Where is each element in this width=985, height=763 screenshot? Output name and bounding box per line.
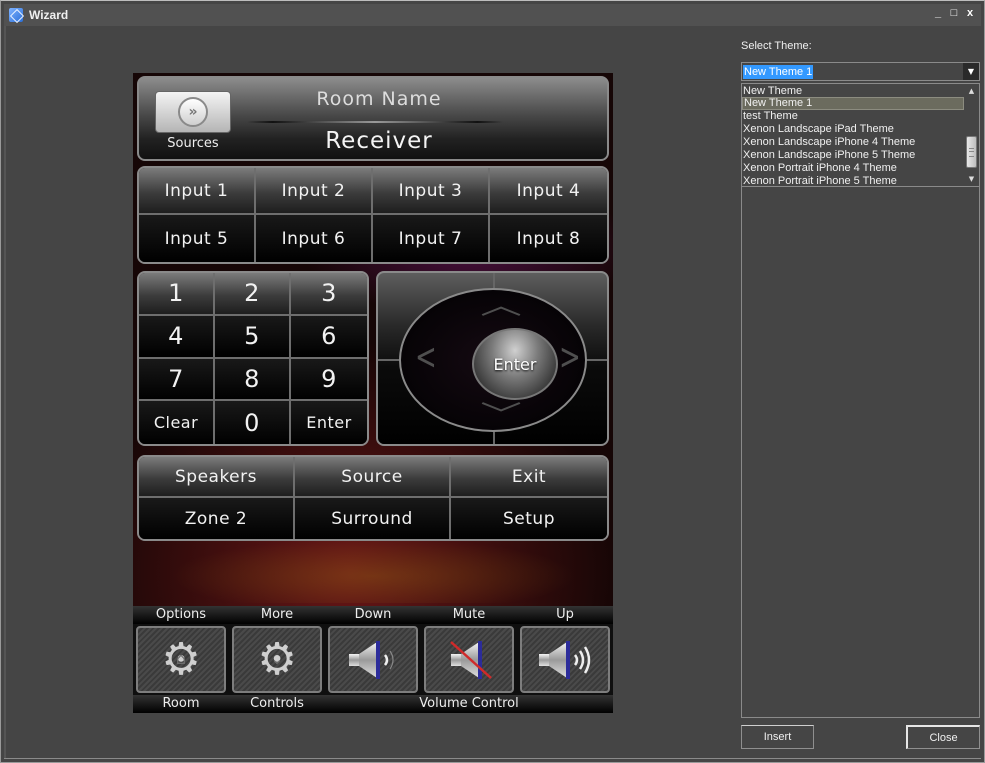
gear-chevron-icon: ⚙ ⌄	[257, 633, 297, 685]
close-window-button[interactable]: x	[965, 7, 975, 19]
theme-option[interactable]: Xenon Landscape iPhone 4 Theme	[742, 136, 964, 149]
source-button[interactable]: Source	[295, 457, 451, 498]
mute-icon	[450, 640, 492, 679]
volume-down-button[interactable]	[328, 626, 418, 693]
inputs-panel: Input 1 Input 2 Input 3 Input 4 Input 5 …	[137, 166, 609, 264]
window-edge	[4, 26, 6, 759]
function-panel: Speakers Source Exit Zone 2 Surround Set…	[137, 455, 609, 541]
close-button[interactable]: Close	[906, 725, 980, 749]
theme-combobox-value[interactable]: New Theme 1	[743, 65, 814, 79]
room-name: Room Name	[316, 88, 442, 110]
more-controls-button[interactable]: ⚙ ⌄	[232, 626, 322, 693]
surround-button[interactable]: Surround	[295, 498, 451, 539]
bottom-bar-captions: Room Controls Volume Control	[133, 695, 613, 713]
volume-down-icon	[349, 640, 394, 679]
gear-home-icon: ⚙ ⌂	[161, 633, 201, 685]
theme-option[interactable]: test Theme	[742, 110, 964, 123]
key-enter[interactable]: Enter	[291, 401, 367, 444]
theme-option[interactable]: Xenon Landscape iPad Theme	[742, 123, 964, 136]
key-5[interactable]: 5	[215, 315, 291, 359]
theme-dropdown-list: New Theme New Theme 1 test Theme Xenon L…	[741, 83, 980, 187]
key-1[interactable]: 1	[139, 273, 215, 316]
list-scrollbar[interactable]: ▲ ▼	[964, 84, 979, 186]
exit-button[interactable]: Exit	[451, 457, 607, 498]
bottom-icon-row: ⚙ ⌂ ⚙ ⌄	[133, 624, 613, 695]
scrollbar-thumb[interactable]	[966, 136, 977, 168]
sources-button[interactable]: »	[155, 91, 231, 133]
key-3[interactable]: 3	[291, 273, 367, 316]
key-0[interactable]: 0	[215, 401, 291, 444]
dpad-enter-button[interactable]: Enter	[472, 328, 558, 400]
more-label: More	[260, 607, 294, 622]
minimize-button[interactable]: _	[933, 7, 943, 19]
title-bar: Wizard _ □ x	[4, 4, 981, 26]
zone-2-button[interactable]: Zone 2	[139, 498, 295, 539]
volume-up-icon	[539, 640, 591, 679]
maximize-button[interactable]: □	[949, 7, 959, 19]
theme-option[interactable]: Xenon Portrait iPhone 4 Theme	[742, 162, 964, 175]
dropdown-arrow-icon[interactable]: ▼	[963, 63, 979, 80]
setup-button[interactable]: Setup	[451, 498, 607, 539]
input-3-button[interactable]: Input 3	[373, 168, 490, 215]
bottom-bar-labels: Options More Down Mute Up	[133, 606, 613, 624]
volume-up-button[interactable]	[520, 626, 610, 693]
key-9[interactable]: 9	[291, 358, 367, 402]
input-7-button[interactable]: Input 7	[373, 215, 490, 262]
chevron-left-icon[interactable]: <	[415, 340, 437, 376]
theme-panel-area	[741, 187, 980, 718]
double-chevron-down-icon: »	[178, 97, 208, 127]
window-title: Wizard	[29, 8, 69, 22]
up-label: Up	[556, 607, 574, 622]
device-name: Receiver	[325, 128, 433, 154]
mute-button[interactable]	[424, 626, 514, 693]
theme-preview: » Sources Room Name Receiver Input 1 Inp…	[133, 73, 613, 713]
input-8-button[interactable]: Input 8	[490, 215, 607, 262]
options-label: Options	[155, 607, 207, 622]
wizard-window: Wizard _ □ x » Sources Room Name Receive…	[0, 0, 985, 763]
room-caption: Room	[162, 696, 200, 711]
input-1-button[interactable]: Input 1	[139, 168, 256, 215]
wizard-app-icon	[9, 8, 23, 22]
dpad-ring: ︿ ﹀ < > Enter	[399, 288, 587, 432]
input-4-button[interactable]: Input 4	[490, 168, 607, 215]
mute-label: Mute	[452, 607, 486, 622]
input-2-button[interactable]: Input 2	[256, 168, 373, 215]
chevron-right-icon[interactable]: >	[559, 340, 581, 376]
key-2[interactable]: 2	[215, 273, 291, 316]
chevron-down-icon[interactable]: ﹀	[480, 403, 522, 429]
window-edge	[4, 758, 981, 759]
volume-control-caption: Volume Control	[419, 696, 519, 711]
key-7[interactable]: 7	[139, 358, 215, 402]
input-5-button[interactable]: Input 5	[139, 215, 256, 262]
theme-option[interactable]: Xenon Landscape iPhone 5 Theme	[742, 149, 964, 162]
insert-button[interactable]: Insert	[741, 725, 814, 749]
key-clear[interactable]: Clear	[139, 401, 215, 444]
sources-label: Sources	[167, 136, 219, 151]
speakers-button[interactable]: Speakers	[139, 457, 295, 498]
dpad-panel: ︿ ﹀ < > Enter	[376, 271, 609, 446]
down-label: Down	[354, 607, 392, 622]
theme-option-highlighted[interactable]: New Theme 1	[742, 97, 964, 110]
key-6[interactable]: 6	[291, 315, 367, 359]
room-options-button[interactable]: ⚙ ⌂	[136, 626, 226, 693]
chevron-up-icon[interactable]: ︿	[480, 293, 522, 319]
select-theme-label: Select Theme:	[741, 40, 812, 52]
header-divider	[247, 121, 503, 123]
header-panel: » Sources Room Name Receiver	[137, 76, 609, 161]
input-6-button[interactable]: Input 6	[256, 215, 373, 262]
theme-combobox[interactable]: New Theme 1 ▼	[741, 62, 980, 81]
keypad-panel: 1 2 3 4 5 6 7 8 9 Clear 0 Enter	[137, 271, 369, 446]
scroll-up-icon[interactable]: ▲	[964, 84, 979, 98]
controls-caption: Controls	[250, 696, 304, 711]
key-8[interactable]: 8	[215, 358, 291, 402]
scroll-down-icon[interactable]: ▼	[964, 172, 979, 186]
key-4[interactable]: 4	[139, 315, 215, 359]
